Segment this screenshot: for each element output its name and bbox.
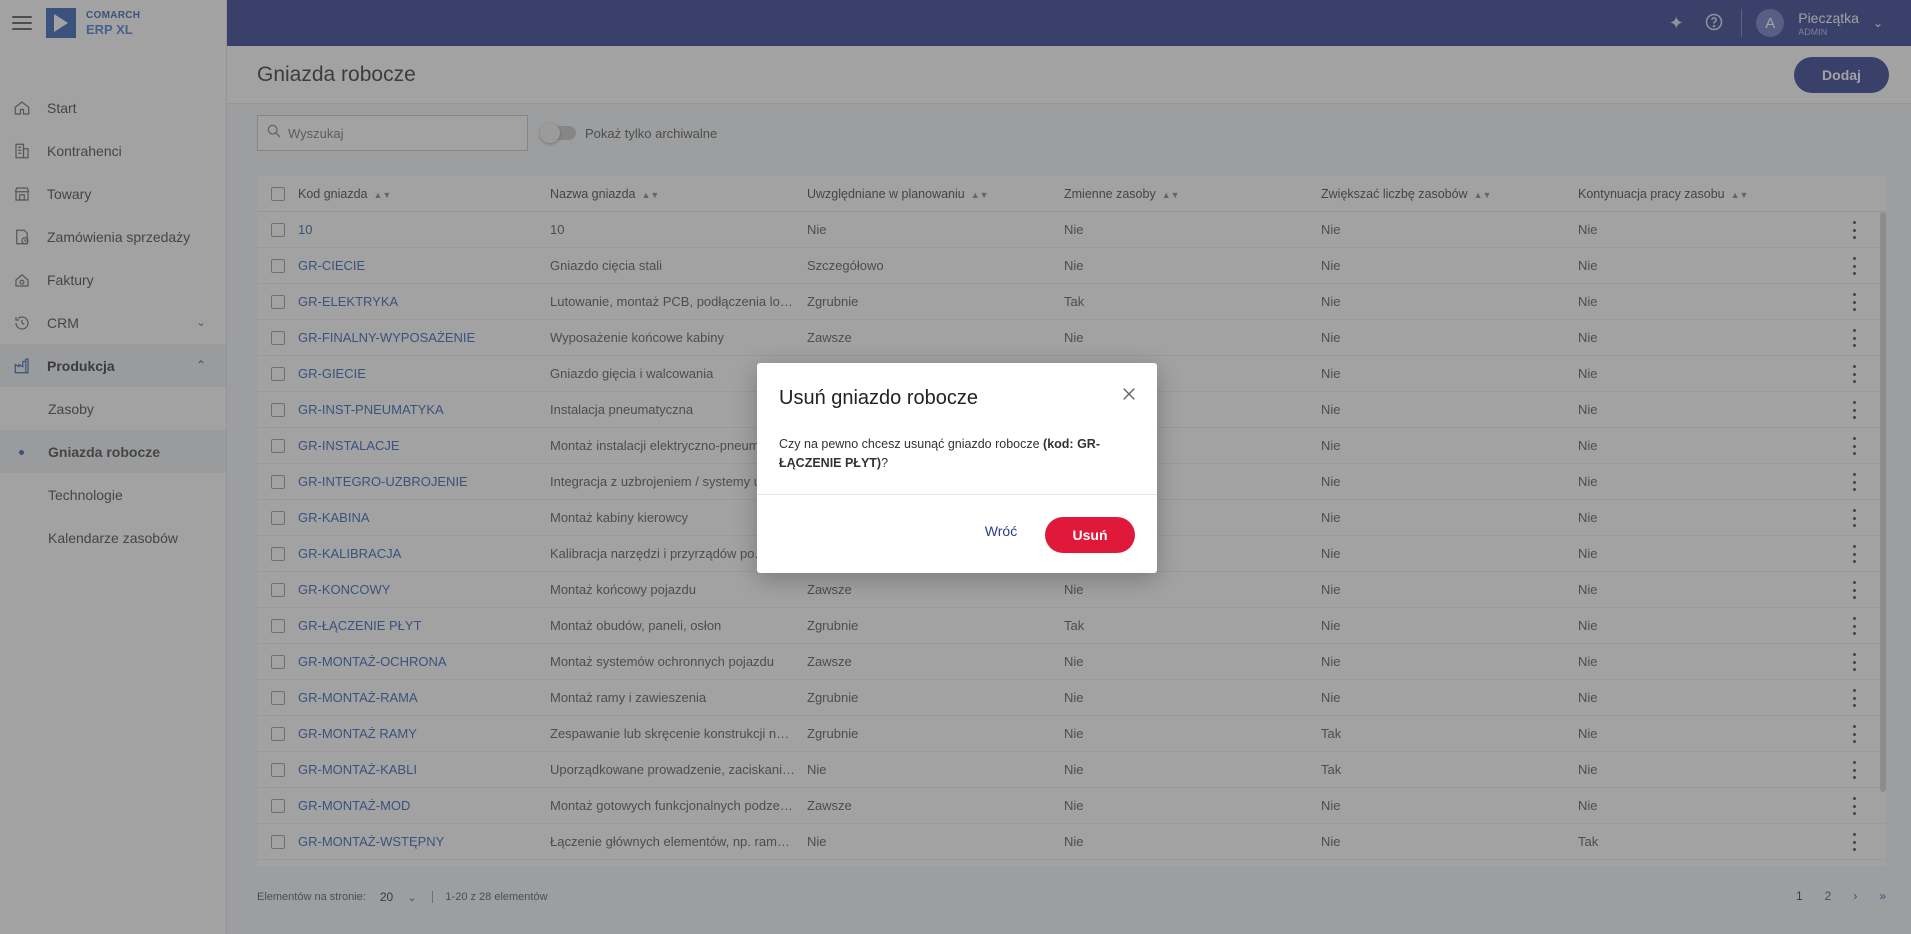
- close-icon[interactable]: [1119, 385, 1139, 405]
- dialog-divider: [757, 494, 1157, 495]
- dialog-title: Usuń gniazdo robocze: [779, 387, 979, 409]
- dialog-message: Czy na pewno chcesz usunąć gniazdo roboc…: [779, 437, 1100, 470]
- back-button[interactable]: Wróć: [971, 519, 1031, 543]
- delete-button[interactable]: Usuń: [1045, 517, 1135, 553]
- delete-dialog: Usuń gniazdo robocze Czy na pewno chcesz…: [757, 363, 1157, 573]
